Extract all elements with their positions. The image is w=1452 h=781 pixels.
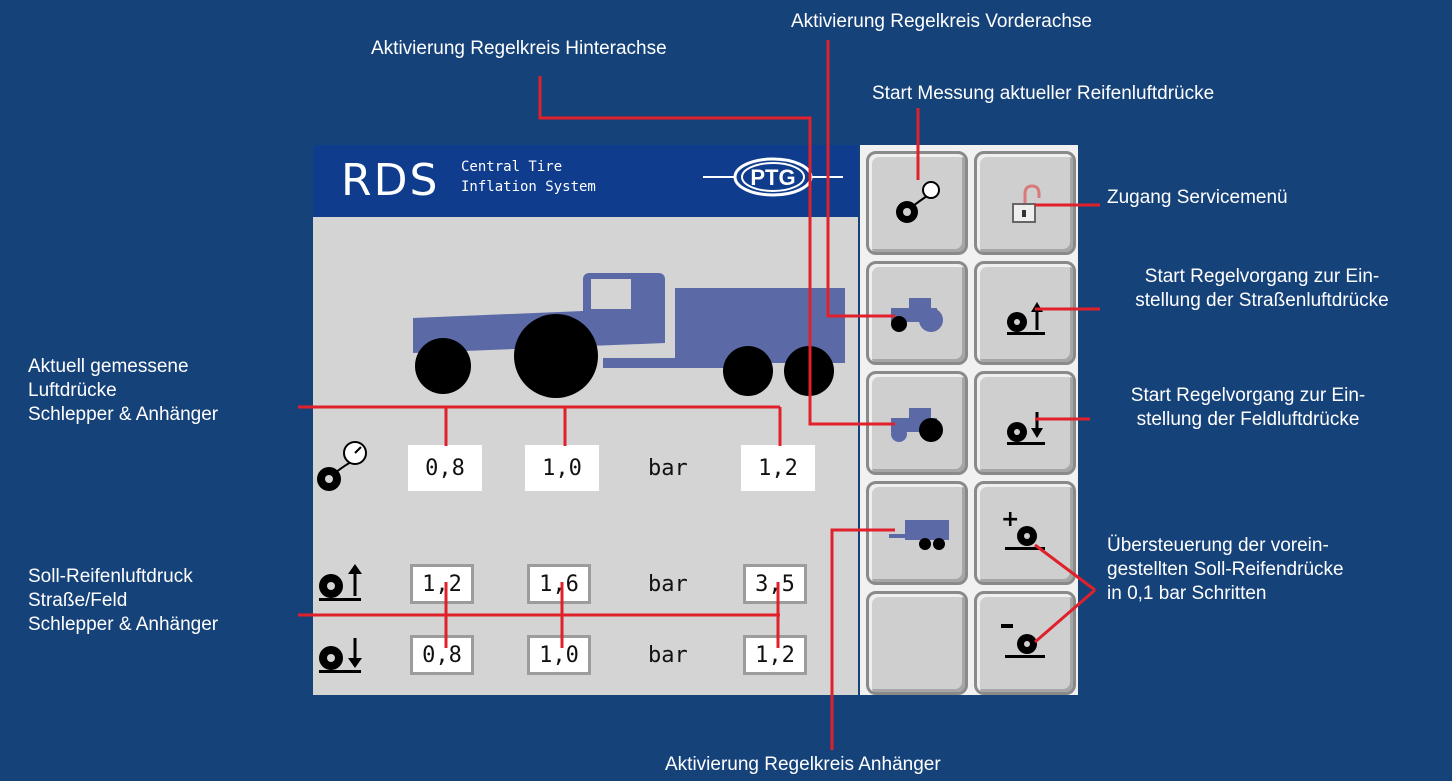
leader-override-plus bbox=[1034, 543, 1096, 592]
leader-override-minus bbox=[1034, 588, 1096, 644]
leader-trailer bbox=[830, 528, 895, 750]
leader-rear-axle bbox=[538, 76, 895, 426]
leader-front-axle bbox=[826, 40, 895, 318]
leader-lines bbox=[298, 40, 1100, 750]
